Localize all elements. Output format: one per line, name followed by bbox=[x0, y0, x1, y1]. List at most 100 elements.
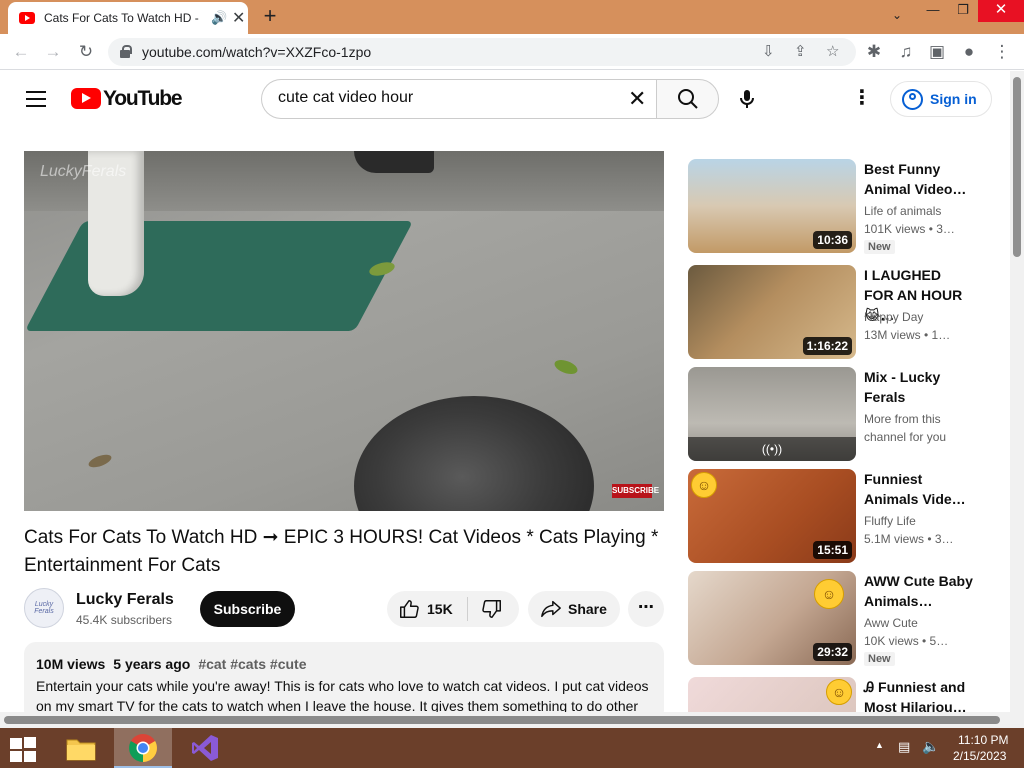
clock-time[interactable]: 11:10 PM bbox=[958, 733, 1008, 747]
recommendation-item[interactable]: 1:16:22 I LAUGHED FOR AN HOUR😹… Happy Da… bbox=[688, 265, 988, 361]
duration-badge: 15:51 bbox=[813, 541, 852, 559]
media-controls-icon[interactable]: ♫ bbox=[895, 41, 917, 63]
address-bar-url[interactable]: youtube.com/watch?v=XXZFco-1zpo bbox=[142, 44, 371, 60]
restore-window-button[interactable]: ❐ bbox=[948, 0, 978, 22]
chrome-app[interactable] bbox=[114, 728, 172, 768]
extensions-puzzle-icon[interactable]: ✱ bbox=[863, 41, 885, 63]
clear-search-icon[interactable]: ✕ bbox=[628, 86, 646, 112]
recommendation-thumbnail[interactable]: ☺ 15:51 bbox=[688, 469, 856, 563]
tab-close-icon[interactable]: ✕ bbox=[232, 8, 245, 28]
video-watermark: LuckyFerals bbox=[40, 163, 127, 180]
description-stats: 10M views 5 years ago #cat #cats #cute bbox=[36, 656, 307, 672]
recommendation-title[interactable]: Ꭿ Funniest and Most Hilariou… bbox=[864, 677, 974, 712]
lock-icon[interactable] bbox=[120, 45, 132, 58]
address-bar[interactable]: youtube.com/watch?v=XXZFco-1zpo ⇩ ⇪ ☆ bbox=[108, 38, 856, 66]
recommendation-channel[interactable]: Life of animals bbox=[864, 204, 941, 218]
description-box[interactable]: 10M views 5 years ago #cat #cats #cute Ent… bbox=[24, 642, 664, 722]
recommendation-channel[interactable]: Happy Day bbox=[864, 310, 923, 324]
video-frame-cat bbox=[354, 396, 594, 511]
recommendation-channel[interactable]: Fluffy Life bbox=[864, 514, 916, 528]
windows-start-icon[interactable] bbox=[8, 736, 38, 762]
recommendation-meta: 13M views • 1… bbox=[864, 328, 951, 342]
new-tab-button[interactable]: + bbox=[258, 4, 282, 28]
clock-date[interactable]: 2/15/2023 bbox=[953, 749, 1006, 763]
recommendation-thumbnail[interactable]: 10:36 bbox=[688, 159, 856, 253]
visual-studio-app[interactable] bbox=[176, 728, 234, 768]
recommendation-item[interactable]: 10:36 Best Funny Animal Video… Life of a… bbox=[688, 159, 988, 255]
like-dislike-group: 15K bbox=[387, 591, 519, 627]
chrome-menu-icon[interactable]: ⋮ bbox=[991, 41, 1013, 63]
recommendation-thumbnail[interactable]: ((•)) bbox=[688, 367, 856, 461]
browser-tab-strip: Cats For Cats To Watch HD - 🔊 ✕ + ⌄ — ❐ … bbox=[0, 0, 1024, 34]
horizontal-scrollbar[interactable] bbox=[0, 712, 1010, 728]
duration-badge: 29:32 bbox=[813, 643, 852, 661]
back-arrow-icon[interactable]: ← bbox=[10, 41, 32, 63]
dislike-button[interactable] bbox=[468, 591, 519, 627]
youtube-logo-icon[interactable] bbox=[71, 88, 101, 109]
channel-avatar[interactable]: Lucky Ferals bbox=[24, 588, 64, 628]
recommendation-thumbnail[interactable]: ☺ 29:32 bbox=[688, 571, 856, 665]
video-title: Cats For Cats To Watch HD ➞ EPIC 3 HOURS… bbox=[24, 527, 659, 576]
tab-search-chevron-icon[interactable]: ⌄ bbox=[876, 0, 918, 22]
profile-avatar-icon[interactable]: ● bbox=[958, 41, 980, 63]
video-frame-leaf bbox=[87, 452, 113, 470]
horizontal-scrollbar-thumb[interactable] bbox=[4, 716, 1000, 724]
new-badge: New bbox=[864, 240, 895, 254]
account-circle-icon bbox=[902, 89, 923, 110]
vertical-scrollbar-thumb[interactable] bbox=[1013, 77, 1021, 257]
video-frame-leaf bbox=[552, 357, 580, 377]
network-icon[interactable]: ▤ bbox=[898, 739, 910, 755]
bookmark-star-icon[interactable]: ☆ bbox=[826, 42, 839, 60]
like-button[interactable]: 15K bbox=[387, 591, 467, 627]
tab-audio-icon[interactable]: 🔊 bbox=[211, 10, 227, 26]
recommendation-item[interactable]: ((•)) Mix - Lucky Ferals More from this … bbox=[688, 367, 988, 463]
channel-name[interactable]: Lucky Ferals bbox=[76, 591, 174, 609]
install-app-icon[interactable]: ⇩ bbox=[762, 42, 775, 60]
minimize-window-button[interactable]: — bbox=[918, 0, 948, 22]
recommendation-item[interactable]: ☺ Ꭿ Funniest and Most Hilariou… bbox=[688, 677, 988, 712]
recommendation-item[interactable]: ☺ 15:51 Funniest Animals Vide… Fluffy Li… bbox=[688, 469, 988, 565]
settings-more-icon[interactable]: ⋮ bbox=[850, 87, 874, 111]
youtube-wordmark[interactable]: YouTube bbox=[103, 87, 183, 111]
sign-in-button[interactable]: Sign in bbox=[890, 81, 992, 117]
recommendation-meta: channel for you bbox=[864, 430, 947, 444]
vertical-scrollbar[interactable] bbox=[1010, 71, 1024, 728]
forward-arrow-icon[interactable]: → bbox=[42, 41, 64, 63]
video-subscribe-badge[interactable]: SUBSCRIBE bbox=[612, 484, 659, 498]
recommendation-thumbnail[interactable]: ☺ bbox=[688, 677, 856, 712]
folder-icon bbox=[66, 739, 96, 761]
duration-badge: 10:36 bbox=[813, 231, 852, 249]
volume-icon[interactable]: 🔈 bbox=[922, 738, 939, 755]
browser-tab[interactable]: Cats For Cats To Watch HD - 🔊 ✕ bbox=[8, 2, 248, 34]
reload-icon[interactable]: ↻ bbox=[75, 41, 97, 63]
video-frame-mat bbox=[24, 221, 414, 331]
show-hidden-icons-chevron-icon[interactable]: ▲ bbox=[875, 740, 884, 750]
share-button[interactable]: Share bbox=[528, 591, 620, 627]
side-panel-icon[interactable]: ▣ bbox=[926, 41, 948, 63]
voice-search-button[interactable] bbox=[731, 83, 763, 115]
recommendation-title[interactable]: Mix - Lucky Ferals bbox=[864, 367, 974, 407]
upload-age: 5 years ago bbox=[113, 656, 191, 672]
share-page-icon[interactable]: ⇪ bbox=[794, 42, 807, 60]
recommendation-item[interactable]: ☺ 29:32 AWW Cute Baby Animals… Aww Cute … bbox=[688, 571, 988, 667]
recommendation-channel: More from this bbox=[864, 412, 941, 426]
file-explorer-app[interactable] bbox=[52, 728, 110, 768]
laughing-emoji-icon: ☺ bbox=[826, 679, 852, 705]
video-player[interactable]: LuckyFerals SUBSCRIBE bbox=[24, 151, 664, 511]
search-input[interactable] bbox=[278, 89, 608, 107]
search-button[interactable] bbox=[656, 79, 719, 119]
guide-menu-icon[interactable] bbox=[26, 91, 46, 107]
recommendation-title[interactable]: Best Funny Animal Video… bbox=[864, 159, 974, 199]
recommendation-title[interactable]: AWW Cute Baby Animals… bbox=[864, 571, 974, 611]
recommendation-title[interactable]: Funniest Animals Vide… bbox=[864, 469, 974, 509]
recommendation-channel[interactable]: Aww Cute bbox=[864, 616, 918, 630]
subscribe-button[interactable]: Subscribe bbox=[200, 591, 295, 627]
recommendation-thumbnail[interactable]: 1:16:22 bbox=[688, 265, 856, 359]
close-window-button[interactable]: ✕ bbox=[978, 0, 1024, 22]
recommendation-meta: 5.1M views • 3… bbox=[864, 532, 954, 546]
channel-avatar-logo-text: Lucky Ferals bbox=[34, 601, 54, 615]
more-actions-button[interactable]: ⋯ bbox=[628, 591, 664, 627]
hashtags[interactable]: #cat #cats #cute bbox=[198, 656, 306, 672]
mix-radio-icon: ((•)) bbox=[688, 437, 856, 461]
duration-badge: 1:16:22 bbox=[802, 337, 852, 355]
